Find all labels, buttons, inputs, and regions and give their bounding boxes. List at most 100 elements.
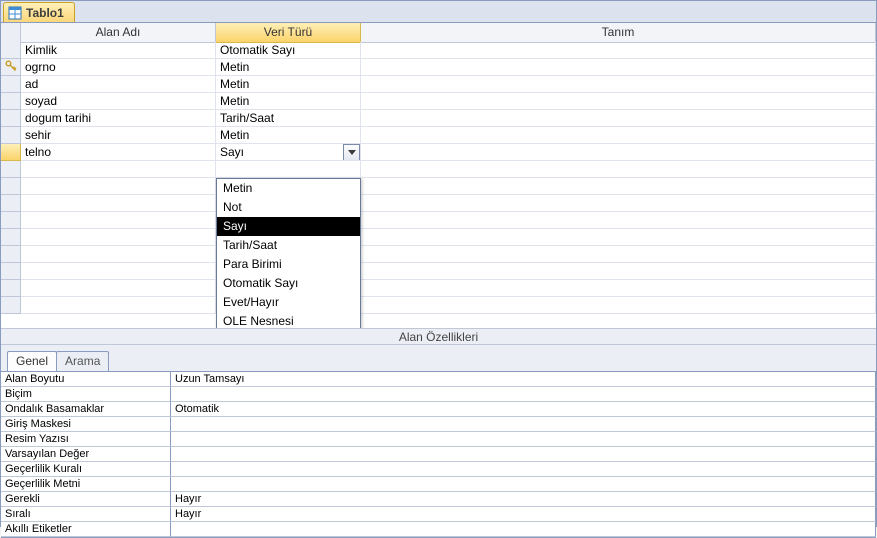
description-cell[interactable]: [361, 212, 876, 229]
description-cell[interactable]: [361, 280, 876, 297]
dropdown-option[interactable]: Tarih/Saat: [217, 236, 360, 255]
data-type-cell[interactable]: Metin: [216, 59, 361, 76]
select-all-corner[interactable]: [1, 23, 21, 43]
field-name-cell[interactable]: [21, 178, 216, 195]
property-value[interactable]: Hayır: [171, 492, 876, 507]
data-type-cell[interactable]: Otomatik Sayı: [216, 42, 361, 59]
description-cell[interactable]: [361, 42, 876, 59]
row-selector[interactable]: [1, 93, 21, 110]
property-row: Geçerlilik Metni: [1, 477, 876, 492]
row-selector[interactable]: [1, 195, 21, 212]
field-name-cell[interactable]: ogrno: [21, 59, 216, 76]
table-row: telnoSayı: [1, 144, 876, 161]
dropdown-option[interactable]: Sayı: [217, 217, 360, 236]
tab-general[interactable]: Genel: [7, 351, 57, 371]
row-selector[interactable]: [1, 127, 21, 144]
field-name-cell[interactable]: [21, 195, 216, 212]
row-selector[interactable]: [1, 178, 21, 195]
row-selector[interactable]: [1, 246, 21, 263]
description-cell[interactable]: [361, 59, 876, 76]
data-type-cell[interactable]: Metin: [216, 127, 361, 144]
data-type-dropdown[interactable]: MetinNotSayıTarih/SaatPara BirimiOtomati…: [216, 178, 361, 328]
grid-header-row: Alan Adı Veri Türü Tanım: [1, 23, 876, 42]
field-name-cell[interactable]: soyad: [21, 93, 216, 110]
data-type-cell[interactable]: Metin: [216, 93, 361, 110]
column-header-data-type[interactable]: Veri Türü: [216, 23, 361, 43]
property-label: Gerekli: [1, 492, 171, 507]
row-selector[interactable]: [1, 110, 21, 127]
row-selector[interactable]: [1, 280, 21, 297]
row-selector[interactable]: [1, 76, 21, 93]
description-cell[interactable]: [361, 246, 876, 263]
dropdown-option[interactable]: Not: [217, 198, 360, 217]
data-type-cell[interactable]: [216, 161, 361, 178]
row-selector[interactable]: [1, 59, 21, 76]
property-row: Giriş Maskesi: [1, 417, 876, 432]
table-row: [1, 263, 876, 280]
field-name-cell[interactable]: [21, 161, 216, 178]
dropdown-option[interactable]: OLE Nesnesi: [217, 312, 360, 328]
field-name-cell[interactable]: telno: [21, 144, 216, 161]
data-type-cell[interactable]: Sayı: [216, 144, 361, 161]
table-row: [1, 280, 876, 297]
field-name-cell[interactable]: [21, 263, 216, 280]
design-grid-container: Alan Adı Veri Türü Tanım KimlikOtomatik …: [1, 23, 876, 328]
field-name-cell[interactable]: dogum tarihi: [21, 110, 216, 127]
field-name-cell[interactable]: sehir: [21, 127, 216, 144]
dropdown-option[interactable]: Otomatik Sayı: [217, 274, 360, 293]
dropdown-button[interactable]: [343, 144, 360, 161]
property-value[interactable]: Otomatik: [171, 402, 876, 417]
row-selector[interactable]: [1, 263, 21, 280]
property-row: SıralıHayır: [1, 507, 876, 522]
description-cell[interactable]: [361, 127, 876, 144]
description-cell[interactable]: [361, 263, 876, 280]
property-value[interactable]: [171, 522, 876, 537]
field-name-cell[interactable]: [21, 212, 216, 229]
data-type-cell[interactable]: Metin: [216, 76, 361, 93]
field-name-cell[interactable]: [21, 229, 216, 246]
description-cell[interactable]: [361, 297, 876, 314]
property-value[interactable]: [171, 447, 876, 462]
row-selector[interactable]: [1, 229, 21, 246]
property-row: Alan BoyutuUzun Tamsayı: [1, 372, 876, 387]
property-value[interactable]: Hayır: [171, 507, 876, 522]
description-cell[interactable]: [361, 195, 876, 212]
table-row: [1, 212, 876, 229]
row-selector[interactable]: [1, 144, 21, 161]
table-row: [1, 195, 876, 212]
property-value[interactable]: Uzun Tamsayı: [171, 372, 876, 387]
field-name-cell[interactable]: [21, 280, 216, 297]
field-name-cell[interactable]: ad: [21, 76, 216, 93]
description-cell[interactable]: [361, 144, 876, 161]
description-cell[interactable]: [361, 76, 876, 93]
property-value[interactable]: [171, 387, 876, 402]
dropdown-option[interactable]: Metin: [217, 179, 360, 198]
description-cell[interactable]: [361, 178, 876, 195]
table-tab[interactable]: Tablo1: [3, 2, 75, 22]
field-name-cell[interactable]: Kimlik: [21, 42, 216, 59]
field-name-cell[interactable]: [21, 246, 216, 263]
description-cell[interactable]: [361, 229, 876, 246]
dropdown-option[interactable]: Para Birimi: [217, 255, 360, 274]
column-header-description[interactable]: Tanım: [361, 23, 876, 43]
column-header-field-name[interactable]: Alan Adı: [21, 23, 216, 43]
property-label: Sıralı: [1, 507, 171, 522]
row-selector[interactable]: [1, 297, 21, 314]
description-cell[interactable]: [361, 93, 876, 110]
row-selector[interactable]: [1, 212, 21, 229]
tab-lookup[interactable]: Arama: [56, 351, 109, 371]
data-type-cell[interactable]: Tarih/Saat: [216, 110, 361, 127]
property-value[interactable]: [171, 417, 876, 432]
description-cell[interactable]: [361, 161, 876, 178]
property-value[interactable]: [171, 477, 876, 492]
property-value[interactable]: [171, 432, 876, 447]
row-selector[interactable]: [1, 161, 21, 178]
dropdown-option[interactable]: Evet/Hayır: [217, 293, 360, 312]
field-name-cell[interactable]: [21, 297, 216, 314]
property-label: Ondalık Basamaklar: [1, 402, 171, 417]
property-label: Resim Yazısı: [1, 432, 171, 447]
tab-label: Tablo1: [26, 6, 64, 20]
description-cell[interactable]: [361, 110, 876, 127]
property-value[interactable]: [171, 462, 876, 477]
row-selector[interactable]: [1, 42, 21, 59]
